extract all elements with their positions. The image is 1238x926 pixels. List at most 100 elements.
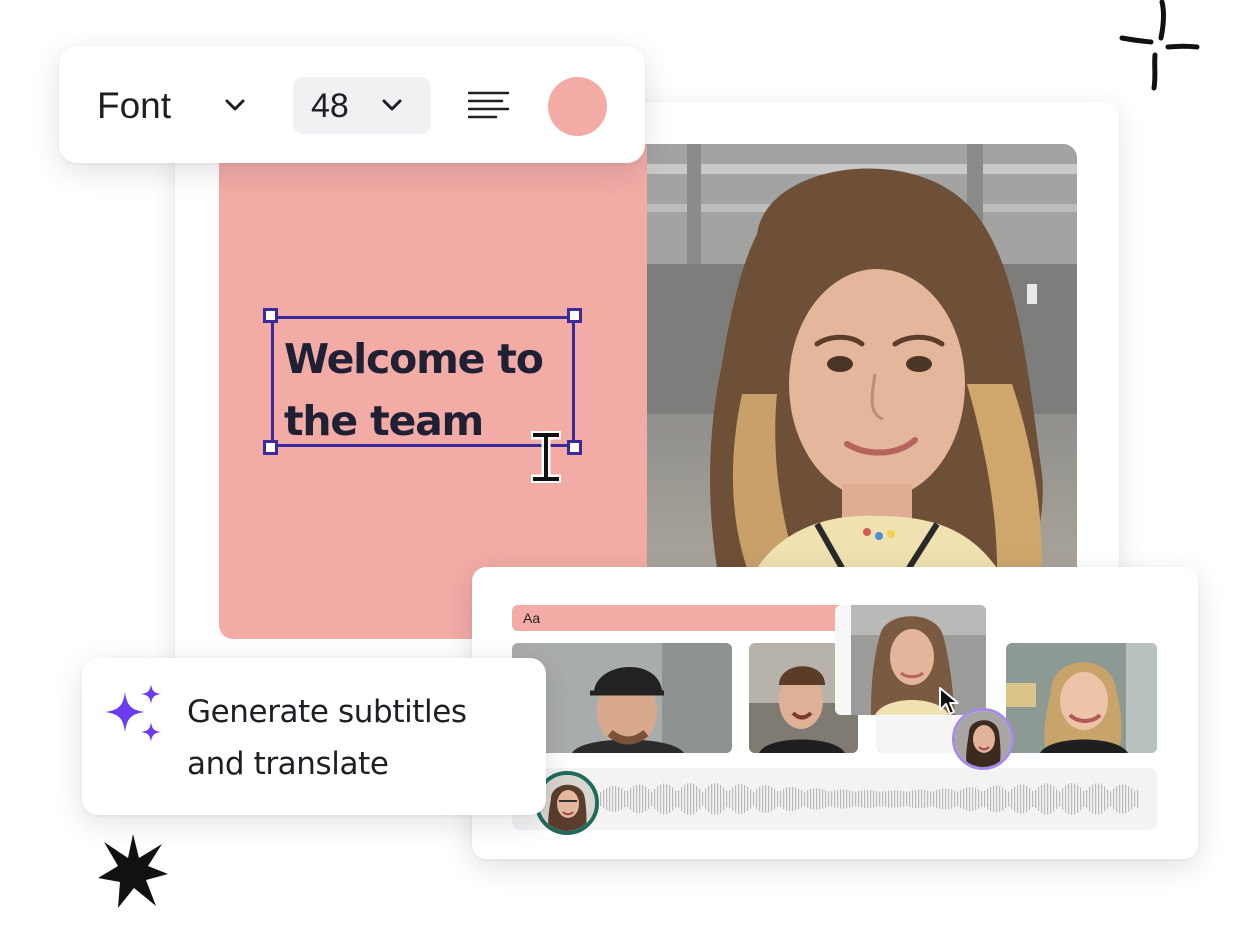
waveform-bar [909, 791, 911, 807]
waveform-bar [783, 788, 785, 810]
waveform-bar [642, 785, 644, 813]
align-left-icon[interactable] [468, 91, 510, 121]
waveform-bar [1053, 786, 1055, 812]
chevron-down-icon[interactable] [223, 95, 247, 115]
waveform-bar [672, 787, 674, 811]
waveform-bar [1029, 788, 1031, 810]
waveform-bar [747, 786, 749, 812]
waveform-bar [951, 789, 953, 809]
waveform-bar [921, 789, 923, 809]
waveform-bar [1020, 784, 1022, 814]
resize-handle-top-left[interactable] [263, 308, 278, 323]
asterisk-icon [98, 834, 168, 908]
waveform-bar [1035, 789, 1037, 809]
waveform-bar [900, 790, 902, 808]
generate-subtitles-label: Generate subtitles and translate [187, 686, 527, 790]
waveform-bar [702, 791, 704, 807]
waveform-bar [771, 786, 773, 812]
waveform-bar [867, 790, 869, 808]
waveform-bar [1056, 789, 1058, 809]
waveform-bar [897, 790, 899, 808]
waveform-bar [807, 790, 809, 808]
waveform-bar [930, 791, 932, 807]
waveform-bar [969, 787, 971, 811]
waveform-bar [816, 788, 818, 810]
waveform-bar [1131, 788, 1133, 810]
waveform-bar [663, 783, 665, 815]
mouse-pointer-icon [939, 687, 959, 715]
waveform-bar [633, 786, 635, 812]
waveform-bar [795, 787, 797, 811]
waveform-bar [657, 786, 659, 812]
waveform-bar [939, 789, 941, 809]
collaborator-avatar-purple[interactable] [952, 708, 1014, 770]
waveform-bar [933, 791, 935, 807]
resize-handle-bottom-left[interactable] [263, 440, 278, 455]
waveform-bar [885, 790, 887, 808]
waveform-bar [690, 783, 692, 815]
waveform-bar [792, 786, 794, 812]
waveform-bar [1089, 786, 1091, 812]
font-family-dropdown[interactable]: Font [97, 84, 171, 128]
waveform-bar [1128, 786, 1130, 812]
waveform-bar [1101, 784, 1103, 814]
waveform-bar [810, 789, 812, 809]
waveform-bar [1095, 783, 1097, 815]
waveform-bar [639, 784, 641, 814]
text-color-swatch[interactable] [548, 77, 607, 136]
sparkle-icon [105, 684, 161, 742]
waveform-bar [906, 791, 908, 807]
waveform-bar [966, 787, 968, 811]
waveform-bar [876, 791, 878, 807]
waveform-bar [996, 785, 998, 813]
waveform-bar [903, 791, 905, 807]
waveform-bar [606, 788, 608, 810]
clip-woman-brunette[interactable] [835, 605, 986, 715]
waveform-bar [1083, 790, 1085, 808]
clip-woman-blonde[interactable] [1006, 643, 1157, 753]
waveform-bar [801, 790, 803, 808]
waveform-bar [651, 791, 653, 807]
waveform-bar [837, 789, 839, 809]
waveform-bar [984, 790, 986, 808]
waveform-bar [1110, 791, 1112, 807]
waveform-bar [825, 790, 827, 808]
waveform-bar [675, 790, 677, 808]
waveform-bar [813, 788, 815, 810]
waveform-bar [738, 784, 740, 814]
waveform-bar [1122, 784, 1124, 814]
waveform-bar [645, 786, 647, 812]
chevron-down-icon[interactable] [380, 95, 404, 115]
waveform-bar [915, 789, 917, 809]
waveform-bar [873, 790, 875, 808]
slide-heading-line-1: Welcome to [284, 335, 544, 383]
text-track-label: Aa [523, 610, 541, 626]
waveform-bar [1050, 784, 1052, 814]
waveform-bar [855, 791, 857, 807]
waveform-bar [1119, 784, 1121, 814]
waveform-bar [888, 790, 890, 808]
waveform-bar [732, 787, 734, 811]
waveform-bar [1137, 790, 1139, 808]
waveform-bar [849, 790, 851, 808]
waveform-bar [1047, 783, 1049, 815]
waveform-bar [1104, 786, 1106, 812]
waveform-bar [708, 785, 710, 813]
waveform-bar [990, 786, 992, 812]
waveform-bar [870, 790, 872, 808]
waveform-bar [993, 785, 995, 813]
waveform-bar [858, 791, 860, 807]
font-size-value[interactable]: 48 [311, 84, 349, 128]
resize-handle-top-right[interactable] [567, 308, 582, 323]
waveform-bar [741, 784, 743, 814]
text-track-clip[interactable] [512, 605, 842, 631]
waveform-bar [882, 791, 884, 807]
waveform-bar [750, 789, 752, 809]
waveform-bar [960, 790, 962, 808]
waveform-bar [981, 791, 983, 807]
waveform-bar [1041, 784, 1043, 814]
waveform-bar [1092, 784, 1094, 814]
waveform-bar [684, 784, 686, 814]
slide-photo[interactable] [647, 144, 1077, 568]
waveform-bar [1113, 788, 1115, 810]
